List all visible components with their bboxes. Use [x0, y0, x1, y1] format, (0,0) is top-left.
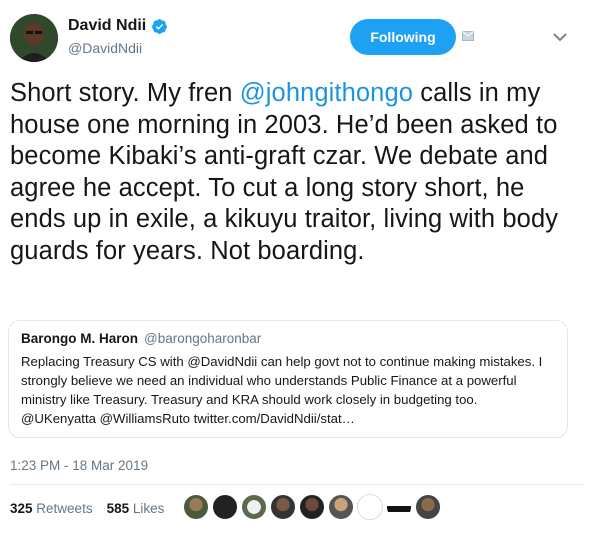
- quoted-tweet-header: Barongo M. Haron @barongoharonbar: [21, 331, 555, 346]
- following-button[interactable]: Following: [350, 19, 456, 55]
- avatar-photo: [10, 14, 58, 62]
- liker-avatar[interactable]: [212, 494, 238, 520]
- quoted-author-handle: @barongoharonbar: [144, 331, 262, 346]
- mention-link[interactable]: @johngithongo: [240, 79, 413, 107]
- quoted-tweet-text: Replacing Treasury CS with @DavidNdii ca…: [21, 354, 543, 426]
- retweets-label: Retweets: [36, 501, 93, 516]
- likes-stat[interactable]: 585 Likes: [107, 501, 165, 516]
- avatar[interactable]: [10, 14, 58, 62]
- retweets-stat[interactable]: 325 Retweets: [10, 501, 93, 516]
- chevron-down-icon[interactable]: [553, 33, 567, 42]
- liker-avatar[interactable]: [183, 494, 209, 520]
- liker-avatar[interactable]: [241, 494, 267, 520]
- likes-label: Likes: [132, 501, 165, 516]
- liker-avatar[interactable]: [357, 494, 383, 520]
- liker-avatar[interactable]: [386, 494, 412, 520]
- retweets-count: 325: [10, 501, 33, 516]
- divider: [10, 484, 585, 485]
- quoted-tweet[interactable]: Barongo M. Haron @barongoharonbar Replac…: [8, 320, 568, 438]
- tweet-text-part-1: Short story. My fren: [10, 79, 240, 107]
- author-handle[interactable]: @DavidNdii: [68, 40, 142, 56]
- liker-avatar[interactable]: [328, 494, 354, 520]
- liker-avatar[interactable]: [299, 494, 325, 520]
- author-display-name[interactable]: David Ndii: [68, 17, 146, 35]
- tweet-timestamp[interactable]: 1:23 PM - 18 Mar 2019: [10, 458, 148, 473]
- author-name-row: David Ndii: [68, 17, 168, 35]
- likes-count: 585: [106, 501, 130, 516]
- quoted-author-name: Barongo M. Haron: [21, 331, 138, 346]
- envelope-icon[interactable]: [462, 31, 474, 41]
- tweet-text: Short story. My fren @johngithongo calls…: [10, 78, 580, 267]
- verified-badge-icon: [152, 18, 168, 34]
- liker-avatar[interactable]: [415, 494, 441, 520]
- likers-avatars: [183, 494, 441, 520]
- tweet-stats: 325 Retweets 585 Likes: [10, 501, 164, 516]
- liker-avatar[interactable]: [270, 494, 296, 520]
